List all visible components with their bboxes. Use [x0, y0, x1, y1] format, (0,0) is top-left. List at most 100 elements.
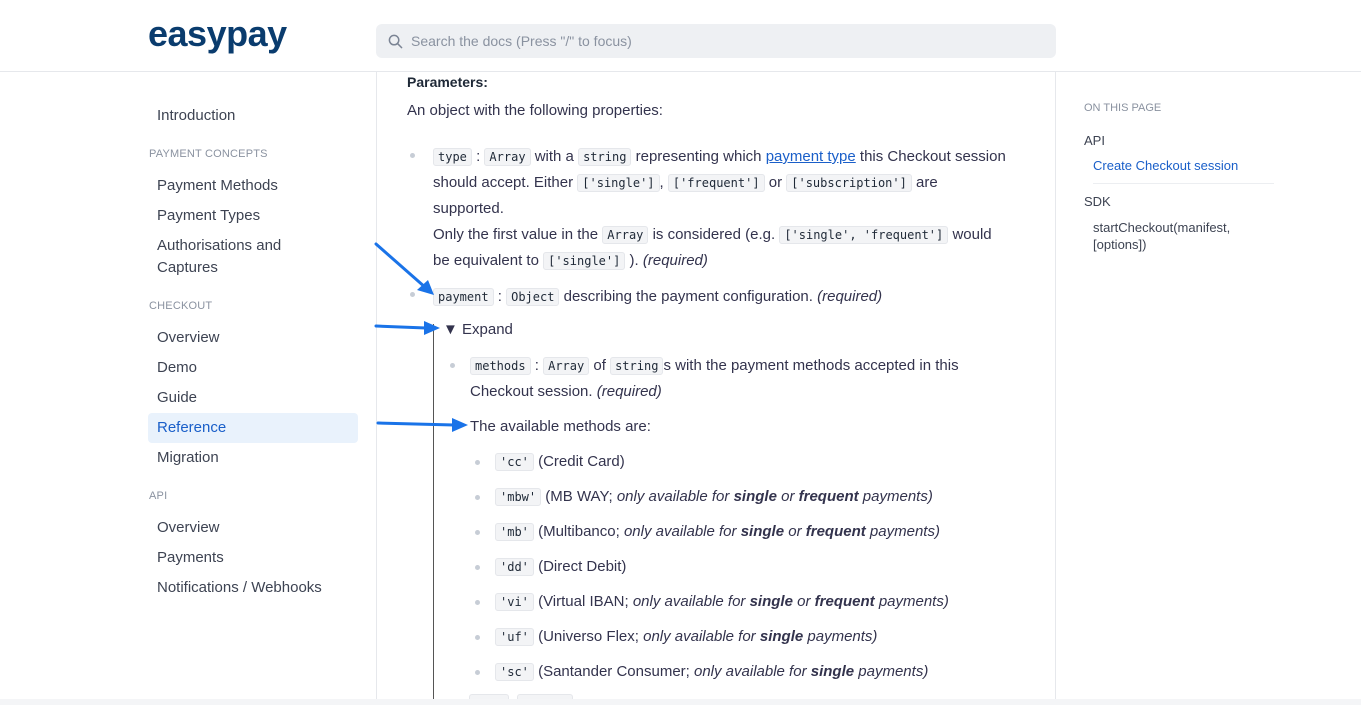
method-or: or: [797, 593, 811, 610]
code-vi: 'vi': [495, 593, 534, 611]
method-note: only available for: [632, 593, 746, 610]
expand-toggle[interactable]: ▼ Expand: [443, 317, 513, 343]
text-checkout-session-2: Checkout session.: [470, 383, 593, 400]
easypay-logo[interactable]: easypay: [148, 14, 287, 54]
payment-type-link[interactable]: payment type: [766, 148, 856, 165]
text-would: would: [952, 226, 992, 243]
method-note: only available for: [694, 663, 807, 680]
method-name: (Direct Debit): [538, 558, 627, 575]
sidebar-item-authorisations-captures[interactable]: Authorisations and Captures: [148, 231, 338, 283]
method-mb: 'mb' (Multibanco; only available for sin…: [495, 519, 940, 545]
methods-line-1: methods : Array of string s with the paym…: [470, 353, 959, 379]
bullet-sc: [475, 670, 480, 675]
method-name: (MB WAY;: [545, 488, 613, 505]
toc-item-start-checkout[interactable]: startCheckout(manifest, [options]): [1084, 219, 1254, 253]
method-end: payments): [807, 628, 878, 645]
text-checkout-session: this Checkout session: [859, 148, 1006, 165]
sidebar-nav: Introduction PAYMENT CONCEPTS Payment Me…: [148, 72, 358, 603]
sidebar-group-api: API: [149, 490, 168, 502]
method-end: payments): [862, 488, 933, 505]
type-line-2: should accept. Either ['single'], ['freq…: [433, 170, 938, 196]
sidebar-item-api-overview[interactable]: Overview: [148, 513, 358, 543]
type-line-1: type : Array with a string representing …: [433, 144, 1006, 170]
toc-item-sdk[interactable]: SDK: [1084, 193, 1274, 210]
bottom-edge: [0, 699, 1361, 705]
sidebar-item-checkout-overview[interactable]: Overview: [148, 323, 358, 353]
text-methods-rest: s with the payment methods accepted in t…: [663, 357, 959, 374]
payment-line: payment : Object describing the payment …: [433, 284, 882, 310]
top-header: easypay: [0, 0, 1361, 72]
available-methods-label: The available methods are:: [470, 418, 651, 435]
annotation-arrow-expand: [374, 321, 440, 335]
method-note: only available for: [643, 628, 756, 645]
code-mb: 'mb': [495, 523, 534, 541]
text-supported: supported.: [433, 200, 504, 217]
code-cc: 'cc': [495, 453, 534, 471]
search-bar[interactable]: [376, 24, 1056, 58]
sidebar-item-payment-methods[interactable]: Payment Methods: [148, 171, 358, 201]
code-equiv-single: ['single']: [543, 252, 626, 270]
text-close: ).: [629, 252, 639, 269]
method-bold-2: frequent: [805, 523, 866, 540]
logo-text-pay: pay: [226, 13, 287, 54]
toc-divider: [1093, 183, 1274, 184]
method-vi: 'vi' (Virtual IBAN; only available for s…: [495, 589, 949, 615]
code-frequent: ['frequent']: [667, 174, 765, 192]
sidebar-item-payment-types[interactable]: Payment Types: [148, 201, 358, 231]
code-example: ['single', 'frequent']: [779, 226, 949, 244]
required-tag: (required): [817, 288, 883, 305]
method-bold-1: single: [733, 488, 777, 505]
parameters-heading: Parameters:: [407, 74, 488, 90]
type-line-3: supported.: [433, 196, 504, 222]
toc-heading: ON THIS PAGE: [1084, 102, 1162, 114]
type-line-5: be equivalent to ['single'] ). (required…: [433, 248, 708, 274]
code-dd: 'dd': [495, 558, 534, 576]
toc-item-api[interactable]: API: [1084, 132, 1274, 149]
search-input[interactable]: [411, 33, 1011, 49]
method-bold-1: single: [810, 663, 855, 680]
methods-line-2: Checkout session. (required): [470, 379, 662, 405]
bullet-cc: [475, 460, 480, 465]
text-are: are: [916, 174, 938, 191]
sidebar-item-migration[interactable]: Migration: [148, 443, 358, 473]
toc-item-create-checkout-session[interactable]: Create Checkout session: [1084, 157, 1274, 174]
sidebar-item-reference[interactable]: Reference: [148, 413, 358, 443]
text-be-equivalent: be equivalent to: [433, 252, 539, 269]
method-cc: 'cc' (Credit Card): [495, 449, 625, 475]
method-bold-1: single: [759, 628, 804, 645]
method-uf: 'uf' (Universo Flex; only available for …: [495, 624, 877, 650]
text-of: of: [593, 357, 606, 374]
parameters-intro: An object with the following properties:: [407, 102, 663, 119]
sidebar-item-introduction[interactable]: Introduction: [148, 101, 358, 131]
annotation-arrow-available: [376, 418, 468, 432]
sidebar-item-payments[interactable]: Payments: [148, 543, 358, 573]
method-or: or: [788, 523, 802, 540]
bullet-type: [410, 153, 415, 158]
sidebar-group-checkout: CHECKOUT: [149, 300, 213, 312]
text-with-a: with a: [534, 148, 574, 165]
text-or: or: [768, 174, 783, 191]
method-name: (Santander Consumer;: [538, 663, 690, 680]
code-type: type: [433, 148, 472, 166]
code-array-3: Array: [543, 357, 590, 375]
code-string: string: [578, 148, 632, 166]
method-bold-2: frequent: [814, 593, 875, 610]
sidebar-group-payment-concepts: PAYMENT CONCEPTS: [149, 148, 268, 160]
method-name: (Credit Card): [538, 453, 625, 470]
text-representing: representing which: [635, 148, 762, 165]
bullet-dd: [475, 565, 480, 570]
sidebar-item-notifications-webhooks[interactable]: Notifications / Webhooks: [148, 573, 358, 603]
method-or: or: [781, 488, 795, 505]
logo-text-easy: easy: [148, 13, 227, 54]
method-bold-1: single: [740, 523, 785, 540]
sidebar-item-guide[interactable]: Guide: [148, 383, 358, 413]
bullet-mbw: [475, 495, 480, 500]
method-note: only available for: [623, 523, 737, 540]
sidebar-item-demo[interactable]: Demo: [148, 353, 358, 383]
method-bold-2: frequent: [798, 488, 859, 505]
required-tag: (required): [642, 252, 708, 269]
method-end: payments): [878, 593, 949, 610]
code-single: ['single']: [577, 174, 660, 192]
comma: ,: [659, 174, 664, 191]
code-array-2: Array: [602, 226, 649, 244]
